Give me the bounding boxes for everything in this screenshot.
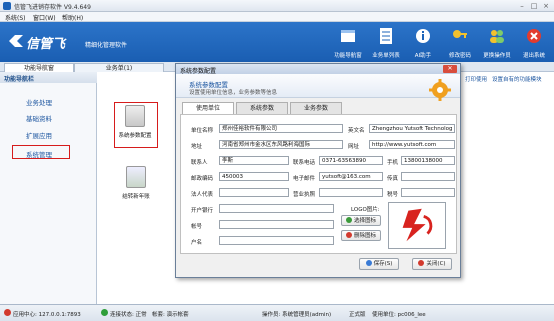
holder-field[interactable] <box>219 236 334 245</box>
en-name-label: 英文名 <box>348 128 365 134</box>
website-label: 网址 <box>348 144 360 150</box>
unit-name-field[interactable]: 郑州佳裕软件有限公司 <box>219 124 343 133</box>
dialog-banner: 系统参数配置 设置使用单位信息，业务参数等信息 <box>176 74 460 101</box>
document-list-icon <box>380 28 392 44</box>
close-icon[interactable]: × <box>540 1 552 11</box>
phone-field[interactable]: 0371-63563890 <box>319 156 383 165</box>
feature-year-end[interactable]: 结转新年账 <box>116 164 156 208</box>
window-title: 信管飞进销存软件 V9.4.649 <box>14 4 91 11</box>
account-label: 帐号 <box>191 224 203 230</box>
title-bar: 信管飞进销存软件 V9.4.649 – □ × <box>0 0 554 12</box>
en-name-field[interactable]: Zhengzhou Yutsoft Technolog <box>369 124 455 133</box>
tab-usage-unit[interactable]: 使用单位 <box>182 102 234 114</box>
nav-item-business[interactable]: 业务处理 <box>26 97 52 107</box>
contact-field[interactable]: 李斯 <box>219 156 289 165</box>
delete-icon <box>345 232 352 238</box>
account-field[interactable] <box>219 220 334 229</box>
address-field[interactable]: 河南省郑州市金水区东风路利海国际 <box>219 140 343 149</box>
bank-field[interactable] <box>219 204 334 213</box>
app-header: 信管飞 精细化管理软件 功能导航窗 业务单列表 AI助手 修改密码 更换操作员 … <box>0 22 554 62</box>
tax-label: 税号 <box>387 192 399 198</box>
gear-icon <box>429 79 451 101</box>
license-label: 营业执照 <box>293 192 316 198</box>
brand-name: 信管飞 <box>26 37 66 52</box>
nav-window-icon <box>341 30 355 42</box>
tax-field[interactable] <box>401 188 455 197</box>
choose-logo-button[interactable]: 选择图标 <box>341 215 381 226</box>
dialog-close-icon[interactable]: ✕ <box>443 65 457 73</box>
status-operator: 操作员: 系统管理员(admin) <box>262 312 332 318</box>
menu-system[interactable]: 系统(S) <box>5 13 26 22</box>
status-app-center: 应用中心: 127.0.0.1:7893 <box>13 312 81 318</box>
close-circle-icon <box>418 260 425 266</box>
brand-slogan: 精细化管理软件 <box>85 42 128 49</box>
zip-label: 邮政编码 <box>191 176 214 182</box>
nav-item-extensions[interactable]: 扩展应用 <box>26 130 52 140</box>
tab-business-params[interactable]: 业务参数 <box>290 102 342 114</box>
address-label: 地址 <box>191 144 203 150</box>
system-config-dialog: 系统参数配置 ✕ 系统参数配置 设置使用单位信息，业务参数等信息 使用单位 系统… <box>175 63 461 278</box>
picture-icon <box>345 217 352 223</box>
database-gear-icon <box>125 105 145 127</box>
key-icon <box>453 30 467 38</box>
bank-label: 开户银行 <box>191 208 214 214</box>
unit-form: 单位名称 郑州佳裕软件有限公司 英文名 Zhengzhou Yutsoft Te… <box>180 114 457 254</box>
mobile-field[interactable]: 13800138000 <box>401 156 455 165</box>
banner-subtitle: 设置使用单位信息，业务参数等信息 <box>189 90 278 96</box>
nav-item-label: 系统管理 <box>26 151 52 159</box>
link-custom-modules[interactable]: 设置自有的功能模块 <box>492 75 542 83</box>
left-nav-panel: 功能导航栏 业务处理 基础资料 扩展应用 系统管理 <box>0 72 97 304</box>
save-icon <box>365 260 372 266</box>
delete-logo-button[interactable]: 删除图标 <box>341 230 381 241</box>
menu-window[interactable]: 窗口(W) <box>33 13 56 22</box>
feature-system-config[interactable]: 系统参数配置 <box>114 102 158 148</box>
status-edition: 正式版 <box>349 312 366 318</box>
tool-nav-window[interactable]: 功能导航窗 <box>330 25 366 61</box>
link-print[interactable]: 打印使用 <box>465 75 487 83</box>
menu-help[interactable]: 帮助(H) <box>62 13 83 22</box>
phone-label: 联系电话 <box>293 160 316 166</box>
nav-item-system-management[interactable]: 系统管理 <box>12 145 70 159</box>
logo-label: LOGO图片: <box>351 207 380 213</box>
zip-field[interactable]: 450003 <box>219 172 289 181</box>
exit-icon <box>527 29 541 43</box>
license-field[interactable] <box>319 188 383 197</box>
fax-field[interactable] <box>401 172 455 181</box>
database-add-icon <box>126 166 146 188</box>
close-button[interactable]: 关闭(C) <box>412 258 452 270</box>
nav-item-basic-data[interactable]: 基础资料 <box>26 113 52 123</box>
legal-label: 法人代表 <box>191 192 214 198</box>
status-account-set: 帐套: 演示帐套 <box>152 312 189 318</box>
brand-logo-icon <box>9 35 23 47</box>
tab-documents[interactable]: 业务单(1) <box>74 63 164 72</box>
app-icon <box>3 2 11 10</box>
maximize-icon[interactable]: □ <box>528 1 540 11</box>
status-user: 使用单位: pc006_lee <box>372 312 426 318</box>
unit-name-label: 单位名称 <box>191 128 214 134</box>
save-button[interactable]: 保存(S) <box>359 258 399 270</box>
app-center-icon <box>4 309 11 316</box>
status-connection: 连接状态: 正常 <box>110 312 147 318</box>
company-logo-image <box>402 208 433 242</box>
contact-label: 联系人 <box>191 160 208 166</box>
tab-system-params[interactable]: 系统参数 <box>236 102 288 114</box>
minimize-icon[interactable]: – <box>516 1 528 11</box>
legal-field[interactable] <box>219 188 289 197</box>
fax-label: 传真 <box>387 176 399 182</box>
holder-label: 户名 <box>191 240 203 246</box>
website-field[interactable]: http://www.yutsoft.com <box>369 140 455 149</box>
logo-preview <box>388 202 446 249</box>
tab-nav-window[interactable]: 功能导航窗 <box>4 63 74 72</box>
menu-bar: 系统(S) 窗口(W) 帮助(H) <box>0 12 554 22</box>
nav-header: 功能导航栏 <box>0 72 97 83</box>
info-icon <box>416 29 430 43</box>
connection-icon <box>101 309 108 316</box>
email-field[interactable]: yutsoft@163.com <box>319 172 383 181</box>
dialog-title: 系统参数配置 <box>176 64 460 75</box>
status-bar: 应用中心: 127.0.0.1:7893 连接状态: 正常 帐套: 演示帐套 操… <box>0 304 554 321</box>
email-label: 电子邮件 <box>293 176 316 182</box>
users-icon <box>490 30 504 43</box>
tool-exit-system[interactable]: 退出系统 <box>516 25 552 61</box>
mobile-label: 手机 <box>387 160 399 166</box>
